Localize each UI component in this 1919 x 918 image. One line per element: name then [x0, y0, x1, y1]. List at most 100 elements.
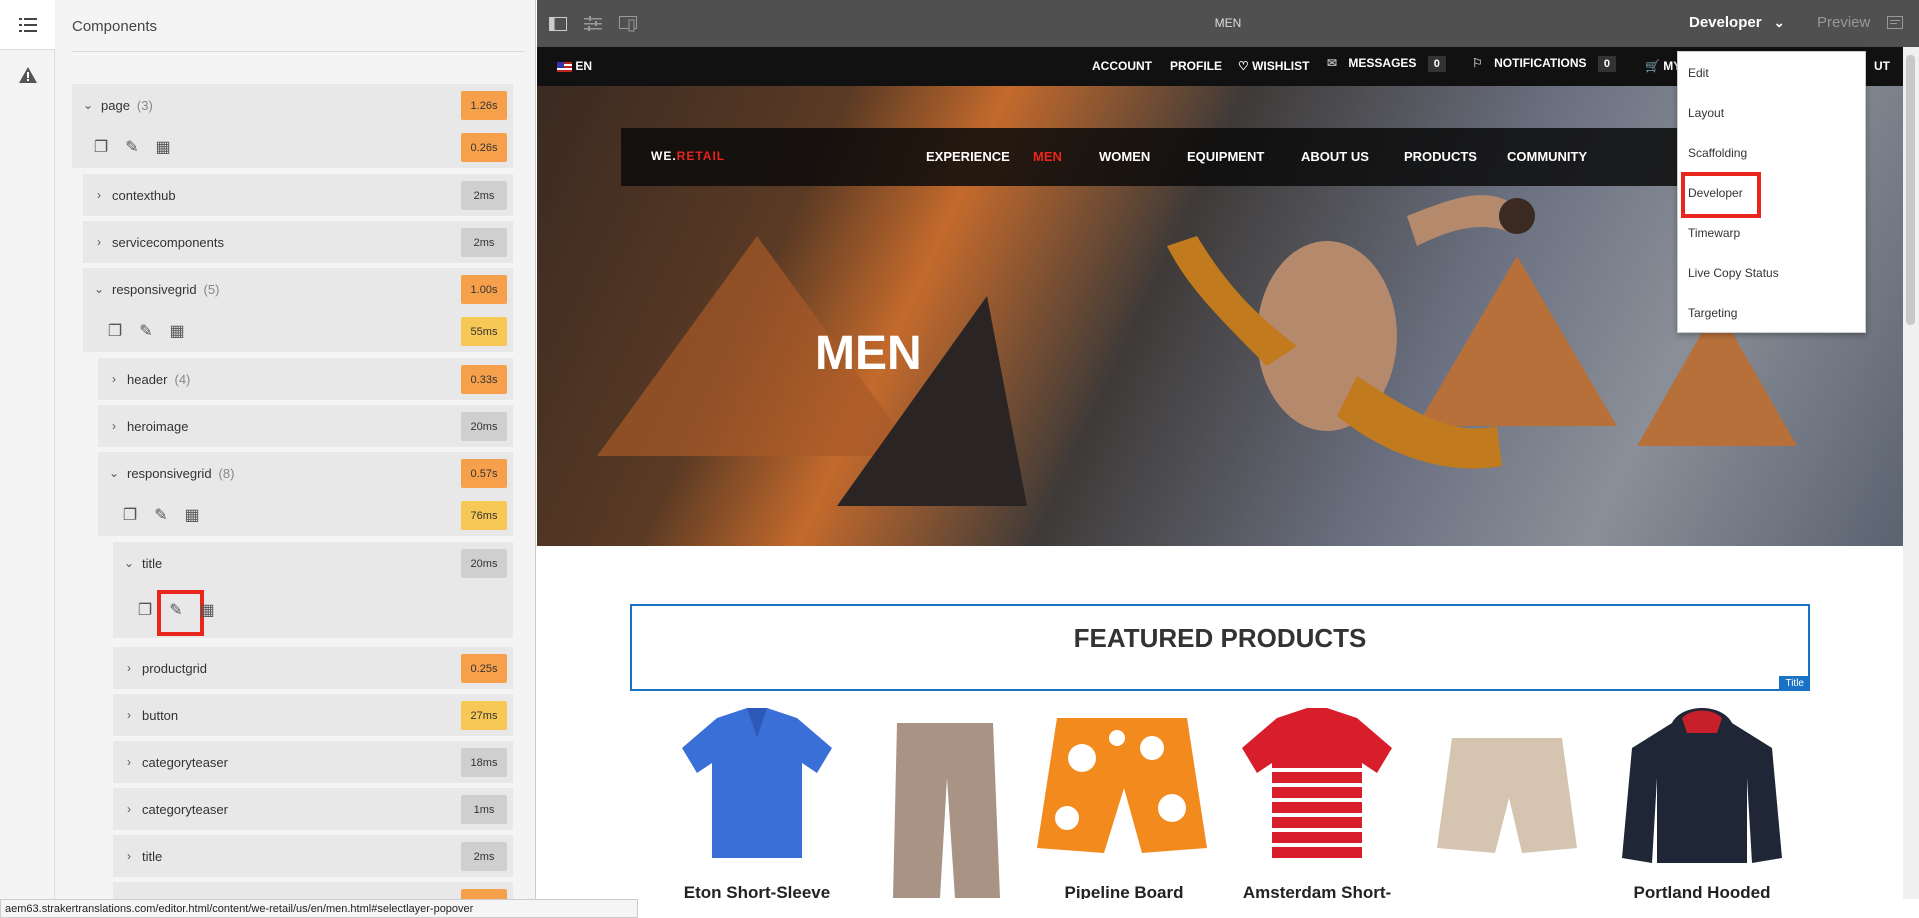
product-name[interactable]: Portland Hooded — [1602, 883, 1802, 899]
copy-icon[interactable]: ❐ — [135, 600, 155, 620]
chevron-right-icon[interactable]: › — [107, 372, 121, 386]
cart-link[interactable]: 🛒 MY — [1645, 59, 1681, 73]
menu-item-edit[interactable]: Edit — [1688, 66, 1709, 80]
components-list-icon[interactable] — [0, 0, 55, 50]
node-count: (5) — [203, 281, 220, 297]
chevron-right-icon[interactable]: › — [122, 661, 136, 675]
tree-node-heroimage[interactable]: › heroimage 20ms — [98, 405, 513, 447]
errors-alert-icon[interactable] — [0, 50, 55, 100]
timing-badge: 0.26s — [461, 133, 507, 162]
product-name[interactable]: Amsterdam Short- — [1217, 883, 1417, 899]
edit-pencil-icon[interactable]: ✎ — [122, 137, 142, 157]
tree-node-button[interactable]: › button 27ms — [113, 694, 513, 736]
node-count: (3) — [136, 97, 153, 113]
chevron-down-icon: ⌄ — [1773, 15, 1785, 30]
messages-count: 0 — [1427, 56, 1446, 72]
site-logo[interactable]: WE.RETAIL — [651, 149, 725, 163]
page-scrollbar[interactable] — [1903, 47, 1919, 899]
chevron-down-icon[interactable]: ⌄ — [92, 282, 106, 296]
timing-badge: 76ms — [461, 501, 507, 530]
timing-badge: 27ms — [461, 701, 507, 730]
wishlist-link[interactable]: ♡ WISHLIST — [1238, 59, 1309, 73]
edit-pencil-icon[interactable]: ✎ — [151, 505, 171, 525]
node-count: (4) — [174, 371, 191, 387]
menu-item-layout[interactable]: Layout — [1688, 106, 1724, 120]
tree-node-responsivegrid[interactable]: ⌄ responsivegrid (8) 0.57s — [98, 452, 513, 494]
product-image-pants[interactable] — [855, 698, 1035, 898]
product-image-cargo-shorts[interactable] — [1417, 698, 1597, 898]
menu-item-timewarp[interactable]: Timewarp — [1688, 226, 1740, 240]
edit-pencil-icon[interactable]: ✎ — [136, 321, 156, 341]
product-name[interactable]: Pipeline Board — [1024, 883, 1224, 899]
selected-title-component[interactable]: FEATURED PRODUCTS Title — [630, 604, 1810, 691]
tree-node-header[interactable]: › header (4) 0.33s — [98, 358, 513, 400]
chevron-right-icon[interactable]: › — [122, 755, 136, 769]
tree-node-productgrid[interactable]: › productgrid 0.25s — [113, 647, 513, 689]
copy-icon[interactable]: ❐ — [120, 505, 140, 525]
chevron-right-icon[interactable]: › — [122, 802, 136, 816]
language-label: EN — [575, 59, 593, 73]
tree-node-categoryteaser[interactable]: › categoryteaser 1ms — [113, 788, 513, 830]
tree-node-contexthub[interactable]: › contexthub 2ms — [83, 174, 513, 216]
tree-node-page[interactable]: ⌄ page (3) 1.26s — [72, 84, 513, 126]
messages-link[interactable]: ✉ MESSAGES 0 — [1327, 56, 1446, 72]
timing-badge: 0.33s — [461, 365, 507, 394]
mode-selector-button[interactable]: Developer ⌄ — [1689, 14, 1785, 31]
grid-icon[interactable]: ▦ — [167, 321, 187, 341]
logo-text-accent: RETAIL — [676, 149, 726, 163]
chevron-right-icon[interactable]: › — [122, 849, 136, 863]
chevron-down-icon[interactable]: ⌄ — [107, 466, 121, 480]
product-image-striped-shirt[interactable] — [1227, 698, 1407, 898]
node-name: header — [127, 371, 168, 387]
chevron-right-icon[interactable]: › — [107, 419, 121, 433]
copy-icon[interactable]: ❐ — [91, 137, 111, 157]
preview-button[interactable]: Preview — [1817, 14, 1870, 31]
nav-community[interactable]: COMMUNITY — [1507, 149, 1587, 164]
nav-women[interactable]: WOMEN — [1099, 149, 1150, 164]
nav-men-active[interactable]: MEN — [1033, 149, 1062, 164]
editor-toolbar: MEN Developer ⌄ Preview — [537, 0, 1919, 47]
account-link[interactable]: ACCOUNT — [1092, 59, 1152, 73]
product-image-polo-blue[interactable] — [667, 698, 847, 898]
grid-icon[interactable]: ▦ — [197, 600, 217, 620]
us-flag-icon — [557, 61, 572, 72]
grid-icon[interactable]: ▦ — [182, 505, 202, 525]
node-name: button — [142, 707, 179, 723]
grid-icon[interactable]: ▦ — [153, 137, 173, 157]
tree-node-title[interactable]: › title 2ms — [113, 835, 513, 877]
tree-node-responsivegrid[interactable]: ⌄ responsivegrid (5) 1.00s — [83, 268, 513, 310]
divider — [72, 51, 525, 52]
node-tools: ❐ ✎ ▦ — [113, 584, 513, 638]
annotate-icon[interactable] — [1885, 13, 1907, 35]
chevron-right-icon[interactable]: › — [92, 188, 106, 202]
main-navigation: WE.RETAIL EXPERIENCE MEN WOMEN EQUIPMENT… — [621, 128, 1761, 186]
tree-node-title[interactable]: ⌄ title 20ms — [113, 542, 513, 584]
tree-node-categoryteaser[interactable]: › categoryteaser 18ms — [113, 741, 513, 783]
chevron-down-icon[interactable]: ⌄ — [81, 98, 95, 112]
menu-item-targeting[interactable]: Targeting — [1688, 306, 1737, 320]
flag-icon: ⚐ — [1472, 56, 1483, 70]
node-tools: ❐ ✎ ▦ 0.26s — [72, 126, 513, 168]
tree-node-servicecomponents[interactable]: › servicecomponents 2ms — [83, 221, 513, 263]
profile-link[interactable]: PROFILE — [1170, 59, 1222, 73]
chevron-right-icon[interactable]: › — [122, 708, 136, 722]
copy-icon[interactable]: ❐ — [105, 321, 125, 341]
logout-link-tail[interactable]: UT — [1874, 59, 1890, 73]
page-scrollbar-thumb[interactable] — [1906, 55, 1915, 325]
node-name: servicecomponents — [112, 234, 224, 250]
chevron-right-icon[interactable]: › — [92, 235, 106, 249]
product-image-hooded-jacket[interactable] — [1612, 698, 1792, 898]
notifications-link[interactable]: ⚐ NOTIFICATIONS 0 — [1472, 56, 1617, 72]
product-image-board-shorts[interactable] — [1032, 698, 1212, 898]
product-name[interactable]: Eton Short-Sleeve — [657, 883, 857, 899]
chevron-down-icon[interactable]: ⌄ — [122, 556, 136, 570]
nav-products[interactable]: PRODUCTS — [1404, 149, 1477, 164]
nav-about-us[interactable]: ABOUT US — [1301, 149, 1369, 164]
menu-item-scaffolding[interactable]: Scaffolding — [1688, 146, 1747, 160]
nav-equipment[interactable]: EQUIPMENT — [1187, 149, 1264, 164]
menu-item-live-copy-status[interactable]: Live Copy Status — [1688, 266, 1779, 280]
logo-text: WE. — [651, 149, 677, 163]
notifications-label: NOTIFICATIONS — [1494, 56, 1587, 70]
language-selector[interactable]: EN — [557, 59, 592, 73]
nav-experience[interactable]: EXPERIENCE — [926, 149, 1010, 164]
